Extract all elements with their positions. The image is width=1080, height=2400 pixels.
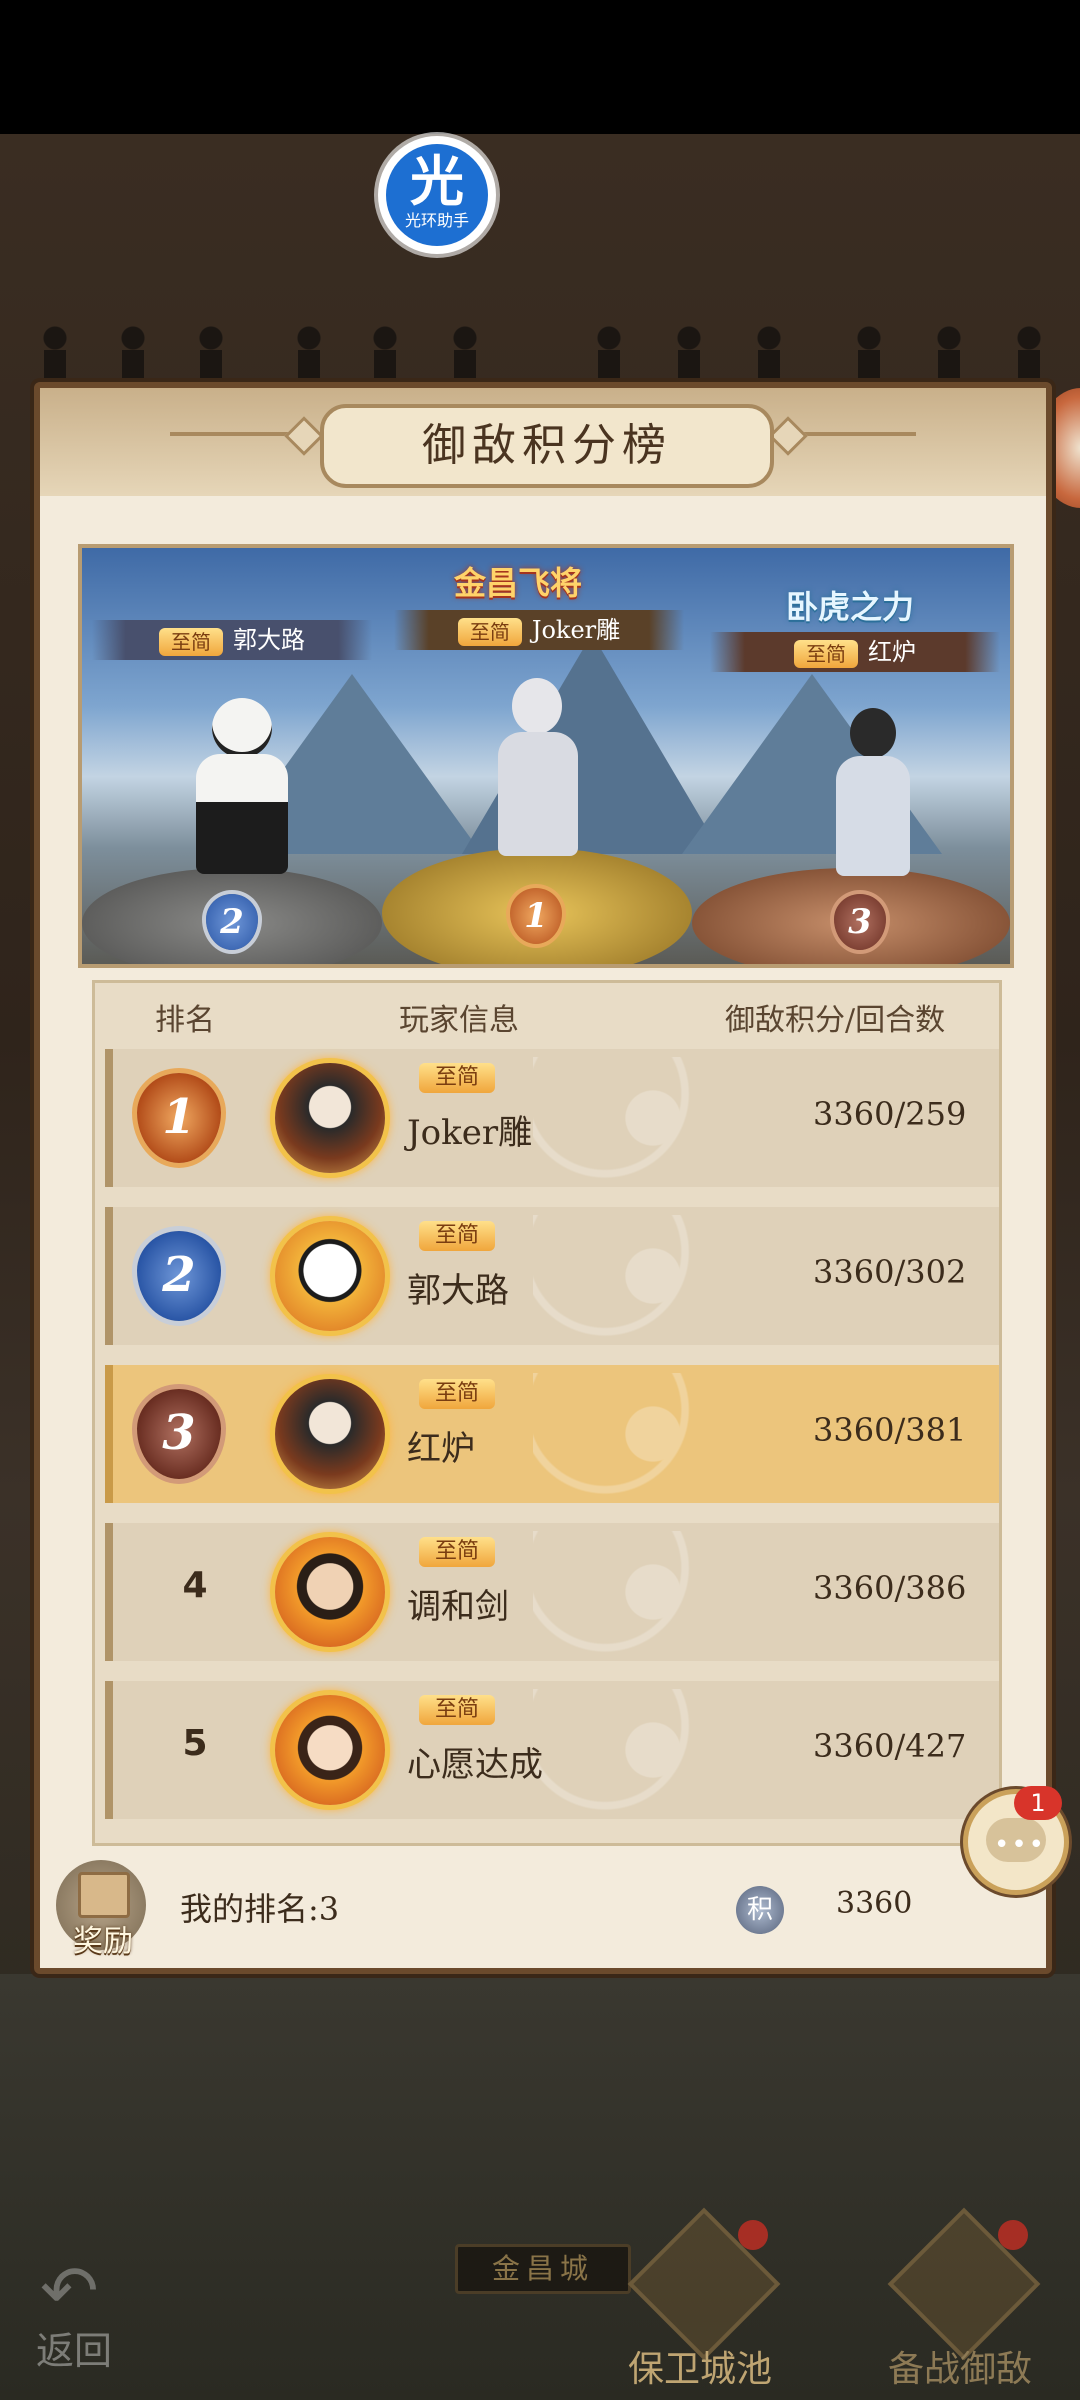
panel-header: 御敌积分榜 [40,388,1046,496]
avatar [275,1221,385,1331]
table-row[interactable]: 4 至简 调和剑 3360/386 [105,1523,999,1661]
first-place-banner: 至简 Joker雕 [394,610,684,650]
leaderboard-panel: 御敌积分榜 金昌飞将 卧虎之力 至简 郭大路 至简 Joker雕 至简 红炉 2… [34,382,1052,1974]
player-name: 调和剑 [407,1587,509,1627]
notification-dot [738,2220,768,2250]
reward-label[interactable]: 奖励 [58,1916,148,1960]
treasure-box-icon [78,1872,130,1918]
vip-tag: 至简 [457,617,522,646]
player-name: 红炉 [407,1429,475,1469]
table-row[interactable]: 1 至简 Joker雕 3360/259 [105,1049,999,1187]
status-bar [0,0,1080,134]
table-row[interactable]: 5 至简 心愿达成 3360/427 [105,1681,999,1819]
score-points-icon: 积 [736,1886,784,1934]
player-score: 3360/302 [813,1253,967,1291]
vip-tag: 至简 [419,1695,496,1725]
player-score: 3360/386 [813,1569,967,1607]
vip-tag: 至简 [419,1537,496,1567]
avatar [275,1379,385,1489]
header-player: 玩家信息 [399,1003,519,1038]
second-place-panda-figure [182,698,302,878]
third-place-title: 卧虎之力 [786,588,915,626]
ranking-table: 排名 玩家信息 御敌积分/回合数 1 至简 Joker雕 3360/259 2 … [92,980,1002,1846]
player-name: 郭大路 [407,1271,509,1311]
rank-3-medal-icon: 3 [137,1389,221,1479]
tab-prepare-battle[interactable]: 备战御敌 [850,2207,1070,2390]
third-place-name: 红炉 [868,638,916,666]
vip-tag: 至简 [794,639,858,668]
my-score-value: 3360 [836,1886,913,1921]
avatar [275,1695,385,1805]
back-button[interactable]: ↶ 返回 [30,2250,150,2373]
helper-floating-button[interactable]: 光 光环助手 [378,136,496,254]
player-name: Joker雕 [407,1113,533,1153]
rank-number: 4 [182,1565,208,1606]
second-place-banner: 至简 郭大路 [92,620,372,660]
vip-tag: 至简 [419,1379,496,1409]
avatar [275,1537,385,1647]
table-row-current-user[interactable]: 3 至简 红炉 3360/381 [105,1365,999,1503]
rank-2-medal-icon: 2 [137,1231,221,1321]
tab-label: 备战御敌 [887,2349,1032,2390]
bottom-nav: ↶ 返回 保卫城池 备战御敌 [0,2200,1080,2400]
player-name: 心愿达成 [407,1745,543,1785]
vip-tag: 至简 [419,1063,496,1093]
table-header: 排名 玩家信息 御敌积分/回合数 [95,983,999,1047]
tab-label: 保卫城池 [627,2349,772,2390]
back-label: 返回 [36,2329,113,2373]
panel-title: 御敌积分榜 [320,404,774,488]
rank-number: 5 [182,1723,208,1764]
player-score: 3360/259 [813,1095,967,1133]
vip-tag: 至简 [419,1221,496,1251]
third-place-figure [822,708,922,878]
header-rank: 排名 [155,1003,215,1038]
chat-unread-badge: 1 [1014,1786,1062,1820]
helper-icon: 光 [410,149,464,213]
my-rank-footer: 奖励 我的排名:3 积 3360 [40,1850,1046,1960]
helper-label: 光环助手 [404,211,469,230]
player-score: 3360/381 [813,1411,967,1449]
top-three-podium: 金昌飞将 卧虎之力 至简 郭大路 至简 Joker雕 至简 红炉 2 1 3 [78,544,1014,968]
tab-defend-city[interactable]: 保卫城池 [590,2207,810,2390]
player-score: 3360/427 [813,1727,967,1765]
avatar [275,1063,385,1173]
table-row[interactable]: 2 至简 郭大路 3360/302 [105,1207,999,1345]
first-place-name: Joker雕 [531,616,621,644]
third-place-banner: 至简 红炉 [710,632,1000,672]
my-rank-text: 我的排名:3 [180,1890,340,1928]
header-score: 御敌积分/回合数 [725,1003,946,1038]
first-place-figure [482,678,592,858]
notification-dot [998,2220,1028,2250]
vip-tag: 至简 [159,627,223,656]
first-place-title: 金昌飞将 [454,564,583,602]
rank-1-medal-icon: 1 [137,1073,221,1163]
second-place-name: 郭大路 [233,626,305,654]
